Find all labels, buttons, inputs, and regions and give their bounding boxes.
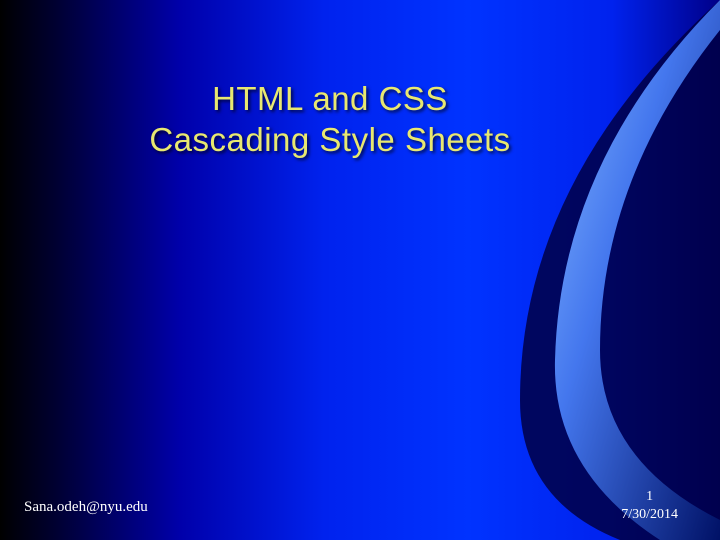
page-number: 1 [621, 488, 678, 506]
footer-author: Sana.odeh@nyu.edu [24, 499, 148, 516]
title-line-1: HTML and CSS [60, 78, 600, 119]
title-line-2: Cascading Style Sheets [60, 119, 600, 160]
footer-meta: 1 7/30/2014 [621, 488, 678, 524]
slide-date: 7/30/2014 [621, 506, 678, 524]
slide-title: HTML and CSS Cascading Style Sheets [0, 78, 720, 161]
